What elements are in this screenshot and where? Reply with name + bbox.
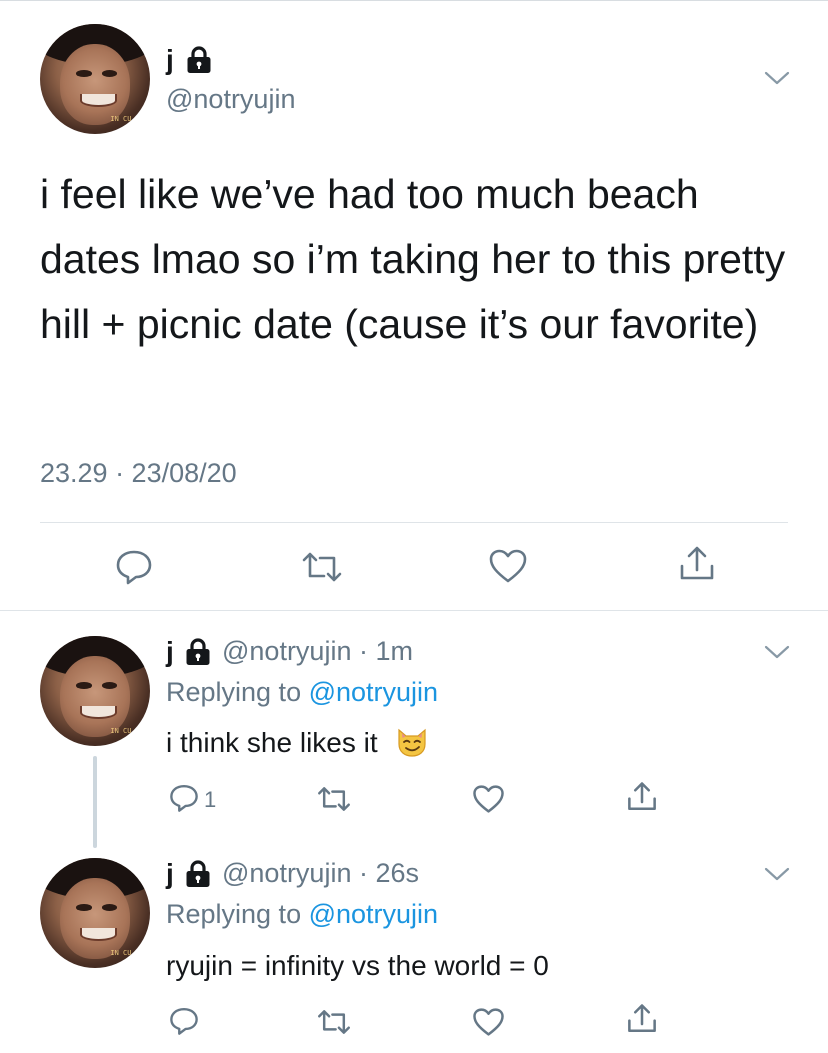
avatar-watermark: IN CU	[110, 949, 132, 958]
top-divider	[0, 0, 828, 1]
lock-icon	[185, 638, 211, 671]
replying-to-link[interactable]: @notryujin	[309, 899, 438, 929]
display-name[interactable]: j	[166, 636, 174, 668]
replying-to-label: Replying to	[166, 899, 309, 929]
retweet-icon[interactable]	[316, 785, 352, 813]
display-name[interactable]: j	[166, 44, 174, 76]
divider	[40, 522, 788, 523]
replying-to-link[interactable]: @notryujin	[309, 677, 438, 707]
replying-to: Replying to @notryujin	[166, 677, 438, 708]
heart-icon[interactable]	[488, 548, 528, 584]
replying-to: Replying to @notryujin	[166, 899, 438, 930]
tweet-text: i think she likes it	[166, 727, 378, 758]
tweet-text: i feel like we’ve had too much beach dat…	[40, 171, 786, 347]
reply-text-row: i think she likes it	[166, 726, 429, 765]
lock-icon	[185, 860, 211, 893]
retweet-icon[interactable]	[316, 1008, 352, 1036]
heart-icon[interactable]	[472, 1007, 505, 1037]
handle[interactable]: @notryujin	[166, 84, 295, 115]
share-icon[interactable]	[678, 544, 716, 584]
tweet-meta[interactable]: @notryujin · 26s	[222, 858, 419, 889]
reply-icon[interactable]	[114, 548, 154, 586]
avatar-watermark: IN CU	[110, 115, 132, 124]
display-name[interactable]: j	[166, 858, 174, 890]
lock-icon	[186, 46, 212, 79]
thread-connector	[93, 756, 97, 848]
chevron-down-icon[interactable]	[764, 70, 790, 91]
replying-to-label: Replying to	[166, 677, 309, 707]
smirking-cat-emoji	[395, 726, 429, 765]
avatar-watermark: IN CU	[110, 727, 132, 736]
avatar[interactable]: IN CU	[40, 636, 150, 746]
reply-icon[interactable]	[168, 1006, 200, 1036]
avatar[interactable]: IN CU	[40, 858, 150, 968]
reply-count[interactable]: 1	[204, 787, 216, 813]
timestamp[interactable]: 23.29 · 23/08/20	[40, 458, 237, 489]
share-icon[interactable]	[626, 780, 658, 814]
retweet-icon[interactable]	[300, 550, 344, 584]
avatar[interactable]: IN CU	[40, 24, 150, 134]
share-icon[interactable]	[626, 1002, 658, 1036]
tweet-meta[interactable]: @notryujin · 1m	[222, 636, 413, 667]
tweet-text: ryujin = infinity vs the world = 0	[166, 950, 549, 981]
heart-icon[interactable]	[472, 784, 505, 814]
chevron-down-icon[interactable]	[764, 644, 790, 665]
divider	[0, 610, 828, 611]
chevron-down-icon[interactable]	[764, 866, 790, 887]
reply-icon[interactable]	[168, 783, 200, 813]
